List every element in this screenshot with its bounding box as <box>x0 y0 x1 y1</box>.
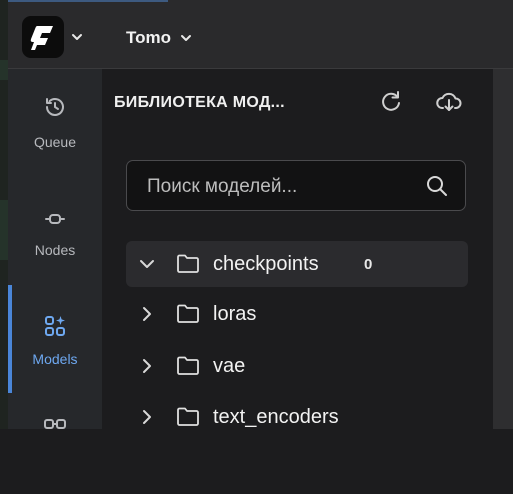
chevron-down-icon[interactable] <box>70 30 84 44</box>
history-icon <box>46 98 64 116</box>
nodes-icon <box>45 214 65 224</box>
tree-folder-vae[interactable]: vae <box>126 343 468 389</box>
folder-name: text_encoders <box>213 406 339 428</box>
sidebar: Queue Nodes Models <box>8 69 102 429</box>
panel-title: БИБЛИОТЕКА МОД... <box>114 94 285 111</box>
search-input[interactable] <box>145 174 419 200</box>
sidebar-item-queue[interactable]: Queue <box>8 95 102 175</box>
chevron-down-icon[interactable] <box>138 255 156 273</box>
search-icon[interactable] <box>425 174 449 198</box>
refresh-icon[interactable] <box>377 88 405 116</box>
top-bar: Tomo <box>8 0 513 69</box>
models-icon <box>45 316 65 336</box>
sidebar-item-label: Queue <box>33 134 77 150</box>
workspace-chevron-down-icon[interactable] <box>180 32 192 44</box>
folder-name: vae <box>213 355 246 377</box>
sidebar-item-nodes[interactable]: Nodes <box>8 207 102 287</box>
chevron-right-icon[interactable] <box>138 357 156 375</box>
panel-scrollbar[interactable] <box>493 69 513 429</box>
model-library-panel: БИБЛИОТЕКА МОД... checkpoints 0 <box>102 69 493 429</box>
chevron-right-icon[interactable] <box>138 305 156 323</box>
folder-name: checkpoints <box>213 253 319 275</box>
folder-icon <box>177 407 199 426</box>
app-logo-button[interactable] <box>22 16 64 58</box>
chevron-right-icon[interactable] <box>138 408 156 426</box>
comfy-logo-icon <box>30 26 53 50</box>
cloud-download-icon[interactable] <box>435 88 463 116</box>
sidebar-item-label: Nodes <box>34 242 76 258</box>
tree-folder-checkpoints[interactable]: checkpoints 0 <box>126 241 468 287</box>
sidebar-item-label: Models <box>32 351 78 367</box>
tree-folder-loras[interactable]: loras <box>126 291 468 337</box>
tab-indicator <box>8 0 168 2</box>
workspace-name[interactable]: Tomo <box>126 28 171 48</box>
folder-name: loras <box>213 303 257 325</box>
tree-folder-text-encoders[interactable]: text_encoders <box>126 394 468 440</box>
sidebar-item-models[interactable]: Models <box>8 314 102 394</box>
sidebar-item-workflows[interactable] <box>8 414 102 494</box>
folder-icon <box>177 254 199 273</box>
background-canvas-edge <box>0 0 8 429</box>
folder-icon <box>177 356 199 375</box>
model-search-box[interactable] <box>126 160 466 211</box>
workflow-icon <box>44 419 66 429</box>
folder-count-badge: 0 <box>364 256 373 273</box>
folder-icon <box>177 304 199 323</box>
